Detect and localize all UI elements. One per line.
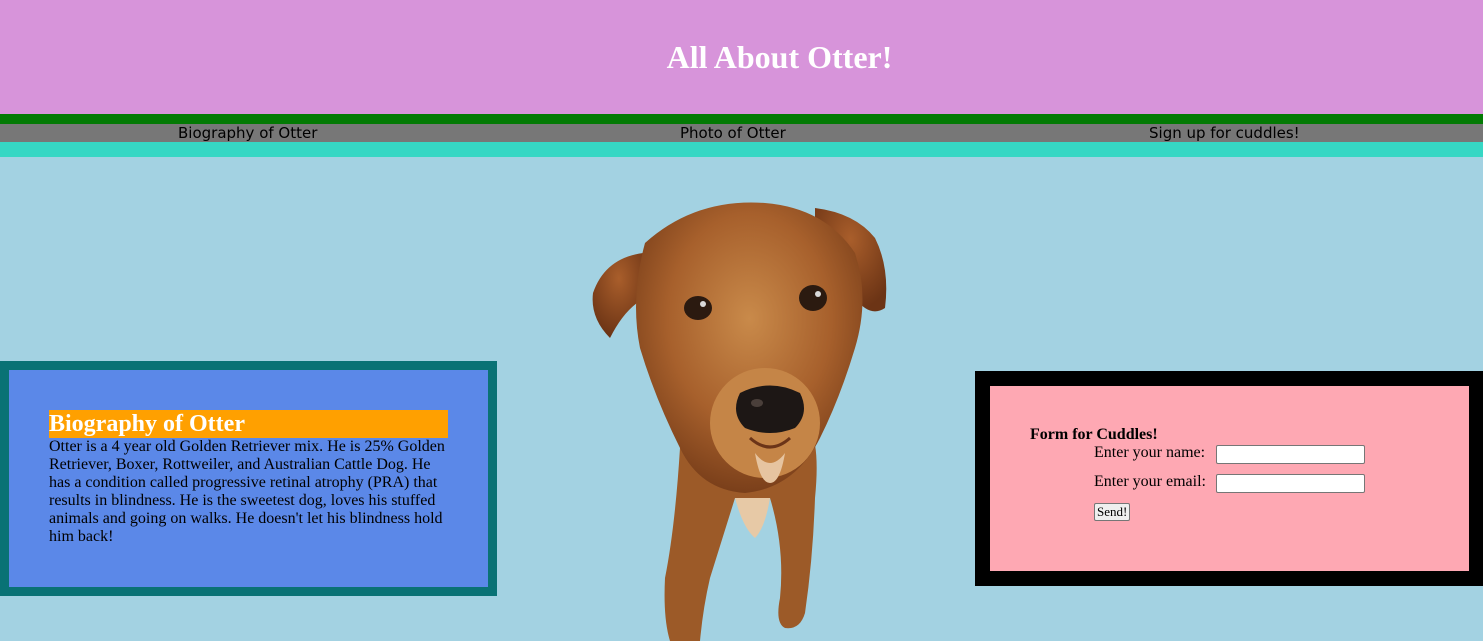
name-label: Enter your name: <box>1094 444 1206 461</box>
nav-top-band <box>0 114 1483 124</box>
email-label: Enter your email: <box>1094 473 1206 490</box>
nav-bottom-band <box>0 142 1483 157</box>
dog-photo <box>592 202 887 641</box>
name-input[interactable] <box>1216 445 1365 464</box>
page: All About Otter! Biography of Otter Phot… <box>0 0 1483 641</box>
biography-card: Biography of Otter Otter is a 4 year old… <box>0 361 497 596</box>
cuddles-form: Form for Cuddles! Enter your name: Enter… <box>990 386 1469 571</box>
site-header: All About Otter! <box>0 0 1483 114</box>
page-title: All About Otter! <box>666 38 893 75</box>
nav-link-photo[interactable]: Photo of Otter <box>680 124 786 142</box>
cuddles-form-card: Form for Cuddles! Enter your name: Enter… <box>975 371 1483 586</box>
nav-link-signup[interactable]: Sign up for cuddles! <box>1149 124 1300 142</box>
nav-link-biography[interactable]: Biography of Otter <box>178 124 317 142</box>
email-row: Enter your email: <box>1094 473 1216 491</box>
biography-card-inner: Biography of Otter Otter is a 4 year old… <box>9 370 488 587</box>
nav-bar: Biography of Otter Photo of Otter Sign u… <box>0 124 1483 142</box>
name-row: Enter your name: <box>1094 444 1216 462</box>
email-input[interactable] <box>1216 474 1365 493</box>
biography-text: Otter is a 4 year old Golden Retriever m… <box>49 438 445 545</box>
form-title: Form for Cuddles! <box>1030 426 1158 443</box>
main-nav: Biography of Otter Photo of Otter Sign u… <box>0 114 1483 157</box>
biography-heading: Biography of Otter <box>49 410 448 438</box>
send-button[interactable]: Send! <box>1094 503 1131 521</box>
